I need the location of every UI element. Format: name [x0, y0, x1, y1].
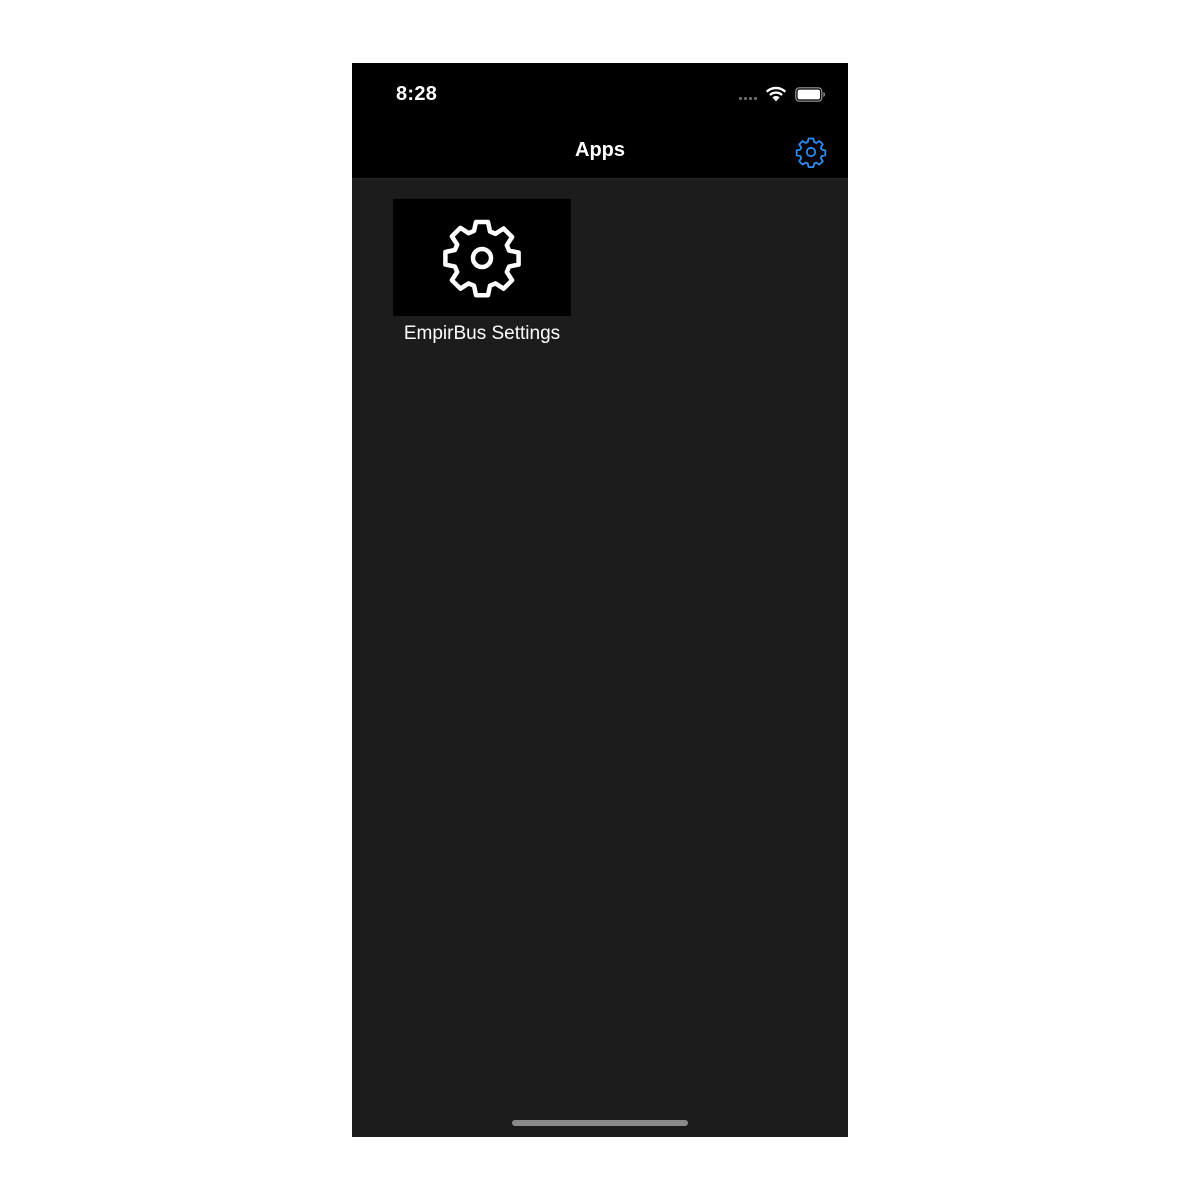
- cellular-signal-icon: [739, 96, 757, 100]
- app-icon-container: [393, 199, 571, 316]
- settings-button[interactable]: [794, 135, 828, 169]
- phone-screen: 8:28 Apps EmpirBus Settings: [352, 63, 848, 1137]
- app-tile-empirbus-settings[interactable]: EmpirBus Settings: [393, 199, 571, 345]
- page-title: Apps: [575, 139, 625, 161]
- status-time: 8:28: [396, 83, 438, 105]
- app-label: EmpirBus Settings: [403, 323, 561, 344]
- home-indicator[interactable]: [512, 1120, 688, 1126]
- wifi-icon: [765, 86, 787, 101]
- battery-icon: [795, 86, 825, 102]
- navigation-bar: Apps: [352, 125, 848, 179]
- status-bar: 8:28: [352, 63, 848, 125]
- gear-icon: [443, 219, 521, 297]
- gear-icon: [795, 137, 827, 168]
- status-icons: [739, 84, 826, 104]
